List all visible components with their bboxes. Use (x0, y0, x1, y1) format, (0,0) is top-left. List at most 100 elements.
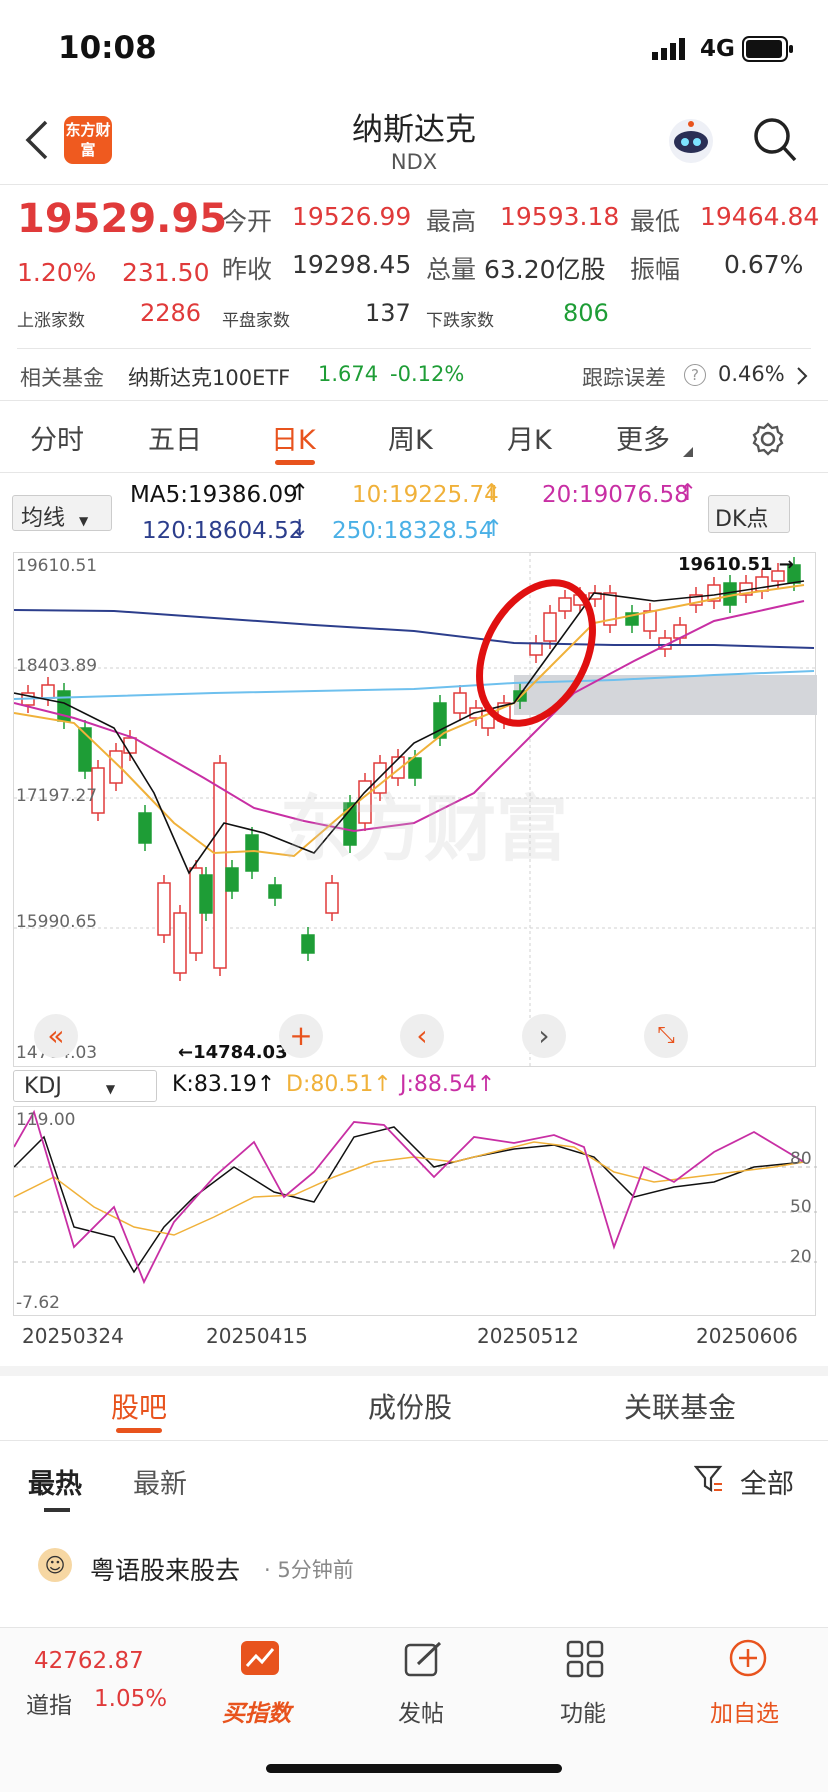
tab-latest[interactable]: 最新 (133, 1462, 187, 1501)
up-arrow-icon: ↑ (678, 480, 698, 506)
filter-icon[interactable] (693, 1464, 724, 1498)
kdj-select[interactable]: KDJ ▼ (13, 1070, 157, 1102)
advancers-value: 2286 (140, 299, 202, 327)
chevron-left-icon[interactable]: ‹ (400, 1014, 444, 1058)
dk-point-label: DK点 (715, 507, 769, 532)
up-arrow-icon: ↑ (484, 516, 504, 542)
kdj-axis-bottom: -7.62 (16, 1293, 60, 1313)
tab-more[interactable]: 更多 (616, 418, 670, 457)
kdj-k-value: K:83.19↑ (172, 1072, 276, 1097)
unchanged-value: 137 (365, 299, 411, 327)
candle (41, 684, 55, 699)
network-label: 4G (700, 36, 735, 62)
indicator-select[interactable]: 均线 ▼ (12, 495, 112, 531)
candle (529, 642, 543, 656)
candle (301, 934, 315, 954)
candle (643, 610, 657, 632)
ma20-value: 20:19076.58 (542, 482, 689, 508)
zoom-in-icon[interactable]: + (279, 1014, 323, 1058)
candle (213, 762, 227, 969)
date-label: 20250324 (22, 1324, 124, 1348)
dropdown-triangle-icon (683, 442, 693, 461)
unchanged-label: 平盘家数 (222, 311, 290, 331)
dji-value: 42762.87 (34, 1648, 144, 1674)
dk-point-button[interactable]: DK点 (708, 495, 790, 533)
low-value: 19464.84 (700, 202, 820, 231)
tab-underline (116, 1428, 162, 1433)
kdj-level-80: 80 (790, 1149, 812, 1169)
expand-icon[interactable]: ⤡ (644, 1014, 688, 1058)
chevron-right-icon[interactable] (796, 366, 808, 390)
kdj-axis-top: 119.00 (16, 1110, 76, 1130)
candle (325, 882, 339, 914)
add-watchlist-icon[interactable] (728, 1638, 768, 1682)
tab-five-day[interactable]: 五日 (148, 418, 202, 457)
open-label: 今开 (222, 207, 273, 236)
nav-add-watchlist[interactable]: 加自选 (710, 1694, 779, 1728)
candle (173, 912, 187, 974)
status-time: 10:08 (58, 30, 157, 66)
decliners-value: 806 (563, 299, 609, 327)
post-author[interactable]: 粤语股来股去 (90, 1551, 240, 1587)
ma120-line (14, 609, 815, 649)
watermark-logo: 东方财富 (280, 787, 569, 871)
tab-constituents[interactable]: 成份股 (368, 1386, 452, 1426)
help-icon[interactable]: ? (684, 364, 706, 386)
kdj-select-label: KDJ (24, 1074, 62, 1099)
nav-post[interactable]: 发帖 (398, 1694, 444, 1728)
tab-weekly-k[interactable]: 周K (388, 418, 433, 457)
kdj-level-20: 20 (790, 1247, 812, 1267)
up-arrow-icon: ↑ (482, 480, 502, 506)
nav-functions[interactable]: 功能 (560, 1694, 606, 1728)
kdj-d-line (14, 1141, 805, 1236)
home-indicator (266, 1764, 562, 1773)
high-annotation: 19610.51 → (678, 554, 794, 575)
tab-hottest[interactable]: 最热 (28, 1462, 82, 1501)
ma250-value: 250:18328.54 (332, 518, 494, 544)
candle (268, 884, 282, 899)
tab-monthly-k[interactable]: 月K (507, 418, 552, 457)
buy-index-icon[interactable] (240, 1640, 280, 1680)
kdj-j-value: J:88.54↑ (400, 1072, 496, 1097)
candle (199, 874, 213, 914)
filter-all[interactable]: 全部 (740, 1462, 794, 1501)
double-left-icon[interactable]: « (34, 1014, 78, 1058)
apps-icon[interactable] (566, 1640, 604, 1682)
candle (245, 834, 259, 872)
price-axis-label: 15990.65 (16, 912, 98, 932)
nav-buy-index[interactable]: 买指数 (222, 1694, 291, 1728)
volume-label: 总量 (426, 255, 477, 284)
price-axis-label: 17197.27 (16, 786, 98, 806)
battery-icon (742, 36, 794, 66)
open-value: 19526.99 (292, 202, 412, 231)
settings-gear-icon[interactable] (751, 422, 785, 460)
tab-underline (44, 1508, 70, 1512)
tab-stock-forum[interactable]: 股吧 (111, 1386, 167, 1426)
kdj-level-50: 50 (790, 1197, 812, 1217)
kdj-chart[interactable] (13, 1106, 817, 1316)
related-fund-name[interactable]: 纳斯达克100ETF (128, 362, 290, 392)
amplitude-label: 振幅 (630, 255, 681, 284)
indicator-select-label: 均线 (21, 506, 66, 531)
tab-related-funds[interactable]: 关联基金 (624, 1386, 736, 1426)
compose-icon[interactable] (404, 1640, 444, 1682)
candle (225, 867, 239, 892)
chevron-right-icon[interactable]: › (522, 1014, 566, 1058)
tab-underline (275, 460, 315, 465)
post-time: · 5分钟前 (264, 1558, 354, 1582)
related-fund-change: -0.12% (390, 362, 465, 386)
avatar[interactable]: ☺ (38, 1548, 72, 1582)
last-price: 19529.95 (17, 196, 228, 242)
dji-label: 道指 (26, 1693, 72, 1719)
change-percent: 1.20% (17, 258, 97, 287)
up-arrow-icon: ↑ (290, 480, 310, 506)
search-icon[interactable] (752, 116, 798, 168)
kdj-j-line (14, 1109, 805, 1285)
robot-assistant-icon[interactable] (666, 116, 716, 170)
candle (558, 597, 572, 612)
tab-intraday[interactable]: 分时 (30, 418, 84, 457)
decliners-label: 下跌家数 (426, 311, 494, 331)
high-value: 19593.18 (500, 202, 620, 231)
candle (543, 612, 557, 642)
tab-daily-k[interactable]: 日K (271, 418, 316, 457)
